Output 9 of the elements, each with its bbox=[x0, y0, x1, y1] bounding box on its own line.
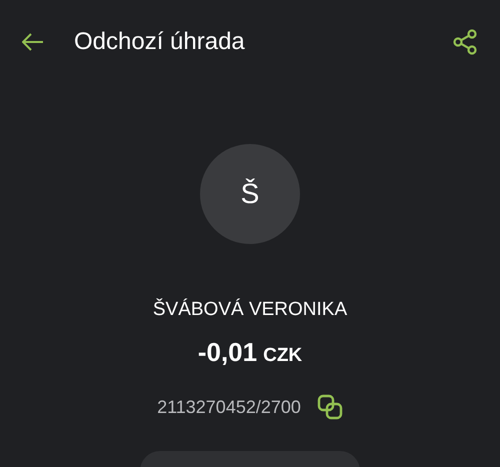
screen-title: Odchozí úhrada bbox=[74, 27, 245, 57]
share-icon[interactable] bbox=[452, 29, 478, 55]
payee-name: ŠVÁBOVÁ VERONIKA bbox=[152, 297, 348, 322]
currency: CZK bbox=[263, 344, 302, 368]
copy-icon[interactable] bbox=[316, 394, 343, 420]
back-icon[interactable] bbox=[22, 33, 44, 51]
account-number: 2113270452/2700 bbox=[157, 396, 301, 418]
avatar-initial: Š bbox=[200, 144, 300, 244]
amount: -0,01 bbox=[198, 336, 258, 368]
